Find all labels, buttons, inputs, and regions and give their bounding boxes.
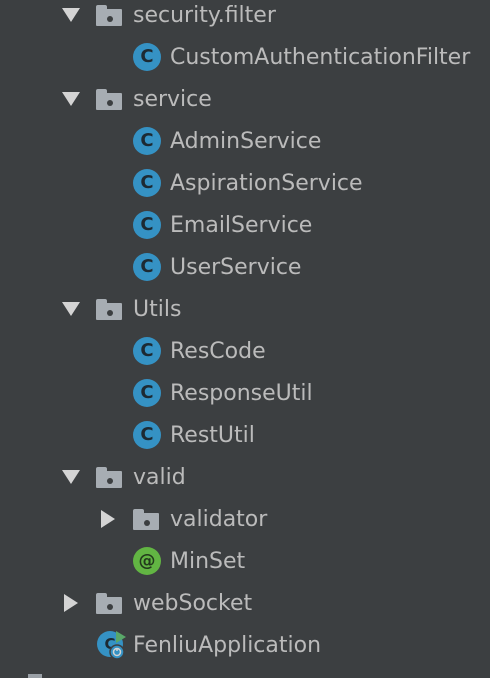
folder-icon xyxy=(96,89,122,110)
class-icon: C xyxy=(133,253,161,281)
folder-icon xyxy=(133,509,159,530)
tree-item-label: MinSet xyxy=(170,548,246,574)
annotation-icon: @ xyxy=(133,547,161,575)
tree-row-user-service[interactable]: C UserService xyxy=(0,246,490,288)
class-icon: C xyxy=(133,337,161,365)
tree-item-label: UserService xyxy=(170,254,302,280)
partial-row-icon xyxy=(28,674,42,678)
tree-item-label: security.filter xyxy=(133,2,276,28)
tree-item-label: ResponseUtil xyxy=(170,380,313,406)
tree-item-label: AdminService xyxy=(170,128,322,154)
expand-arrow-icon[interactable] xyxy=(62,92,80,106)
tree-row-validator[interactable]: validator xyxy=(0,498,490,540)
tree-row-email-service[interactable]: C EmailService xyxy=(0,204,490,246)
tree-item-label: ResCode xyxy=(170,338,266,364)
class-icon: C xyxy=(133,211,161,239)
class-icon: C xyxy=(133,421,161,449)
expand-arrow-icon[interactable] xyxy=(62,470,80,484)
tree-item-label: service xyxy=(133,86,212,112)
tree-row-aspiration-service[interactable]: C AspirationService xyxy=(0,162,490,204)
tree-row-response-util[interactable]: C ResponseUtil xyxy=(0,372,490,414)
tree-row-admin-service[interactable]: C AdminService xyxy=(0,120,490,162)
tree-row-security-filter[interactable]: security.filter xyxy=(0,0,490,36)
class-icon: C xyxy=(133,379,161,407)
class-icon: C xyxy=(133,127,161,155)
class-icon: C xyxy=(133,169,161,197)
tree-row-fenliu-application[interactable]: C FenliuApplication xyxy=(0,624,490,666)
tree-row-valid[interactable]: valid xyxy=(0,456,490,498)
tree-row-res-code[interactable]: C ResCode xyxy=(0,330,490,372)
tree-item-label: CustomAuthenticationFilter xyxy=(170,44,471,70)
collapse-arrow-icon[interactable] xyxy=(64,594,78,612)
folder-icon xyxy=(96,593,122,614)
tree-row-websocket[interactable]: webSocket xyxy=(0,582,490,624)
expand-arrow-icon[interactable] xyxy=(62,302,80,316)
tree-item-label: AspirationService xyxy=(170,170,363,196)
tree-item-label: webSocket xyxy=(133,590,253,616)
tree-item-label: Utils xyxy=(133,296,182,322)
tree-item-label: validator xyxy=(170,506,268,532)
folder-icon xyxy=(96,467,122,488)
tree-row-custom-authentication-filter[interactable]: C CustomAuthenticationFilter xyxy=(0,36,490,78)
expand-arrow-icon[interactable] xyxy=(62,8,80,22)
class-icon: C xyxy=(133,43,161,71)
collapse-arrow-icon[interactable] xyxy=(101,510,115,528)
tree-row-min-set[interactable]: @ MinSet xyxy=(0,540,490,582)
folder-icon xyxy=(96,299,122,320)
tree-row-rest-util[interactable]: C RestUtil xyxy=(0,414,490,456)
tree-row-service[interactable]: service xyxy=(0,78,490,120)
folder-icon xyxy=(96,5,122,26)
tree-item-label: RestUtil xyxy=(170,422,255,448)
tree-item-label: FenliuApplication xyxy=(133,632,322,658)
tree-item-label: EmailService xyxy=(170,212,313,238)
tree-item-label: valid xyxy=(133,464,186,490)
spring-boot-application-icon: C xyxy=(97,631,126,659)
tree-row-utils[interactable]: Utils xyxy=(0,288,490,330)
project-tree: security.filter C CustomAuthenticationFi… xyxy=(0,0,490,678)
